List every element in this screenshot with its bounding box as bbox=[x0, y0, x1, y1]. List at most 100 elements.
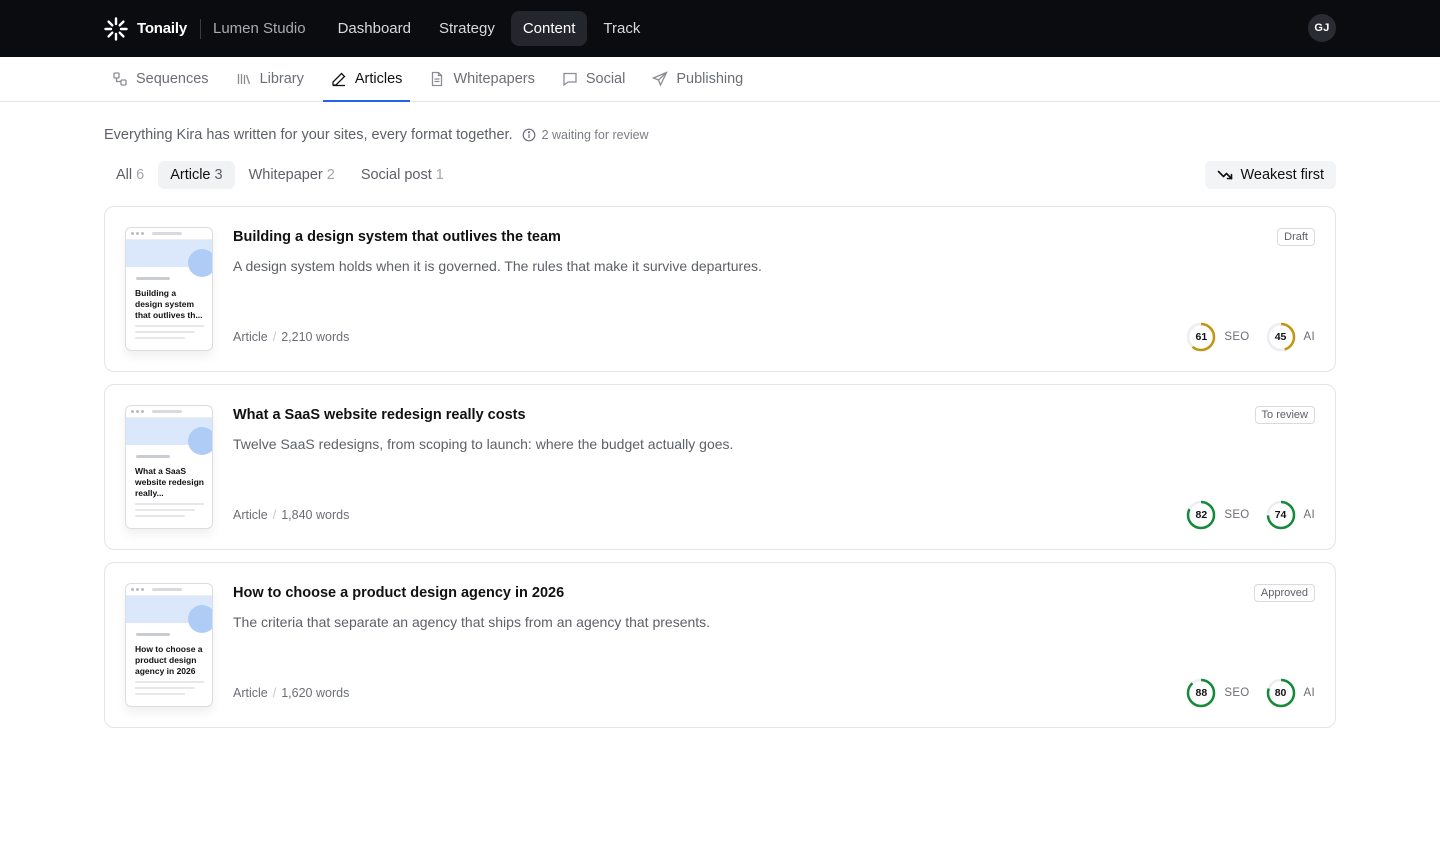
score-value: 74 bbox=[1274, 509, 1287, 521]
filter-whitepaper[interactable]: Whitepaper 2 bbox=[237, 161, 347, 189]
word-count: 1,840 words bbox=[281, 508, 350, 522]
article-card[interactable]: What a SaaS website redesign really... W… bbox=[104, 384, 1336, 550]
document-icon bbox=[432, 71, 443, 87]
article-title[interactable]: Building a design system that outlives t… bbox=[233, 229, 561, 245]
seo-score: 82 SEO bbox=[1186, 500, 1249, 530]
article-description: The criteria that separate an agency tha… bbox=[233, 614, 711, 630]
waiting-review-count: 2 waiting for review bbox=[541, 128, 649, 142]
ai-score: 45 AI bbox=[1266, 322, 1315, 352]
article-description: Twelve SaaS redesigns, from scoping to l… bbox=[233, 436, 734, 452]
format-filters: All 6 Article 3 Whitepaper 2 Social post 1 bbox=[104, 161, 456, 189]
score-label: SEO bbox=[1224, 687, 1250, 699]
filter-label: Social post bbox=[360, 167, 432, 183]
status-badge: Approved bbox=[1253, 584, 1315, 602]
nav-dashboard[interactable]: Dashboard bbox=[326, 11, 423, 46]
score-ring: 61 bbox=[1186, 322, 1216, 352]
score-ring: 80 bbox=[1266, 678, 1296, 708]
score-label: AI bbox=[1303, 687, 1315, 699]
ai-score: 74 AI bbox=[1266, 500, 1315, 530]
article-type: Article bbox=[233, 330, 268, 344]
tab-whitepapers[interactable]: Whitepapers bbox=[421, 57, 542, 101]
article-thumbnail: What a SaaS website redesign really... bbox=[125, 405, 213, 529]
sort-label: Weakest first bbox=[1240, 167, 1324, 183]
user-avatar[interactable]: GJ bbox=[1308, 14, 1336, 42]
article-meta: Article/1,840 words bbox=[233, 508, 350, 522]
filter-count: 1 bbox=[435, 167, 444, 183]
divider bbox=[200, 18, 201, 39]
chat-icon bbox=[563, 72, 577, 87]
tab-social[interactable]: Social bbox=[554, 57, 634, 101]
thumbnail-title: Building a design system that outlives t… bbox=[135, 288, 203, 320]
workspace-name[interactable]: Lumen Studio bbox=[213, 20, 306, 37]
nav-track[interactable]: Track bbox=[591, 11, 652, 46]
sort-button[interactable]: Weakest first bbox=[1205, 161, 1336, 189]
filter-label: Whitepaper bbox=[248, 167, 323, 183]
article-description: A design system holds when it is governe… bbox=[233, 258, 762, 274]
score-group: 61 SEO 45 AI bbox=[1186, 322, 1315, 352]
tab-label: Library bbox=[259, 71, 304, 87]
trend-down-icon bbox=[1218, 170, 1233, 180]
tab-articles[interactable]: Articles bbox=[322, 57, 411, 102]
article-type: Article bbox=[233, 686, 268, 700]
score-ring: 45 bbox=[1266, 322, 1296, 352]
filter-count: 3 bbox=[214, 167, 223, 183]
score-label: SEO bbox=[1224, 509, 1250, 521]
article-title[interactable]: What a SaaS website redesign really cost… bbox=[233, 407, 526, 423]
nav-content[interactable]: Content bbox=[510, 11, 588, 46]
seo-score: 88 SEO bbox=[1186, 678, 1249, 708]
article-card[interactable]: How to choose a product design agency in… bbox=[104, 562, 1336, 728]
tab-sequences[interactable]: Sequences bbox=[104, 57, 217, 101]
intro-text: Everything Kira has written for your sit… bbox=[104, 127, 513, 143]
tab-publishing[interactable]: Publishing bbox=[644, 57, 751, 101]
tab-label: Sequences bbox=[136, 71, 209, 87]
pen-icon bbox=[332, 72, 346, 87]
score-value: 88 bbox=[1195, 687, 1208, 699]
word-count: 2,210 words bbox=[281, 330, 350, 344]
library-icon bbox=[237, 74, 250, 85]
send-icon bbox=[652, 71, 669, 87]
tab-label: Articles bbox=[354, 71, 403, 87]
article-thumbnail: How to choose a product design agency in… bbox=[125, 583, 213, 707]
top-bar: Tonaily Lumen Studio Dashboard Strategy … bbox=[0, 0, 1440, 57]
thumbnail-title: How to choose a product design agency in… bbox=[135, 644, 203, 676]
score-value: 45 bbox=[1274, 331, 1287, 343]
filter-social-post[interactable]: Social post 1 bbox=[349, 161, 456, 189]
score-ring: 88 bbox=[1186, 678, 1216, 708]
info-icon[interactable] bbox=[522, 128, 536, 142]
article-title[interactable]: How to choose a product design agency in… bbox=[233, 585, 564, 601]
seo-score: 61 SEO bbox=[1186, 322, 1249, 352]
ai-score: 80 AI bbox=[1266, 678, 1315, 708]
score-label: SEO bbox=[1224, 331, 1250, 343]
filter-count: 2 bbox=[326, 167, 335, 183]
score-ring: 74 bbox=[1266, 500, 1296, 530]
article-meta: Article/2,210 words bbox=[233, 330, 350, 344]
score-value: 61 bbox=[1195, 331, 1208, 343]
article-thumbnail: Building a design system that outlives t… bbox=[125, 227, 213, 351]
nav-strategy[interactable]: Strategy bbox=[427, 11, 507, 46]
status-badge: To review bbox=[1254, 406, 1315, 424]
brand-logo[interactable]: Tonaily bbox=[104, 16, 187, 41]
tab-label: Publishing bbox=[676, 71, 744, 87]
tab-label: Whitepapers bbox=[453, 71, 535, 87]
brand-name: Tonaily bbox=[137, 20, 187, 37]
tab-label: Social bbox=[585, 71, 626, 87]
article-card[interactable]: Building a design system that outlives t… bbox=[104, 206, 1336, 372]
score-group: 82 SEO 74 AI bbox=[1186, 500, 1315, 530]
article-meta: Article/1,620 words bbox=[233, 686, 350, 700]
filter-label: Article bbox=[170, 167, 211, 183]
score-ring: 82 bbox=[1186, 500, 1216, 530]
filters-row: All 6 Article 3 Whitepaper 2 Social post 1 W… bbox=[104, 160, 1336, 190]
filter-article[interactable]: Article 3 bbox=[158, 161, 235, 189]
article-type: Article bbox=[233, 508, 268, 522]
content-subnav: Sequences Library Articles Whitepapers S… bbox=[0, 57, 1440, 102]
score-label: AI bbox=[1303, 509, 1315, 521]
article-list: Building a design system that outlives t… bbox=[104, 206, 1336, 728]
filter-all[interactable]: All 6 bbox=[104, 161, 156, 189]
articles-page: Everything Kira has written for your sit… bbox=[0, 127, 1440, 728]
tab-library[interactable]: Library bbox=[228, 57, 312, 101]
filter-label: All bbox=[116, 167, 133, 183]
status-badge: Draft bbox=[1277, 228, 1315, 246]
score-value: 80 bbox=[1274, 687, 1287, 699]
sequences-icon bbox=[113, 72, 127, 86]
spark-logo-icon bbox=[104, 16, 128, 41]
